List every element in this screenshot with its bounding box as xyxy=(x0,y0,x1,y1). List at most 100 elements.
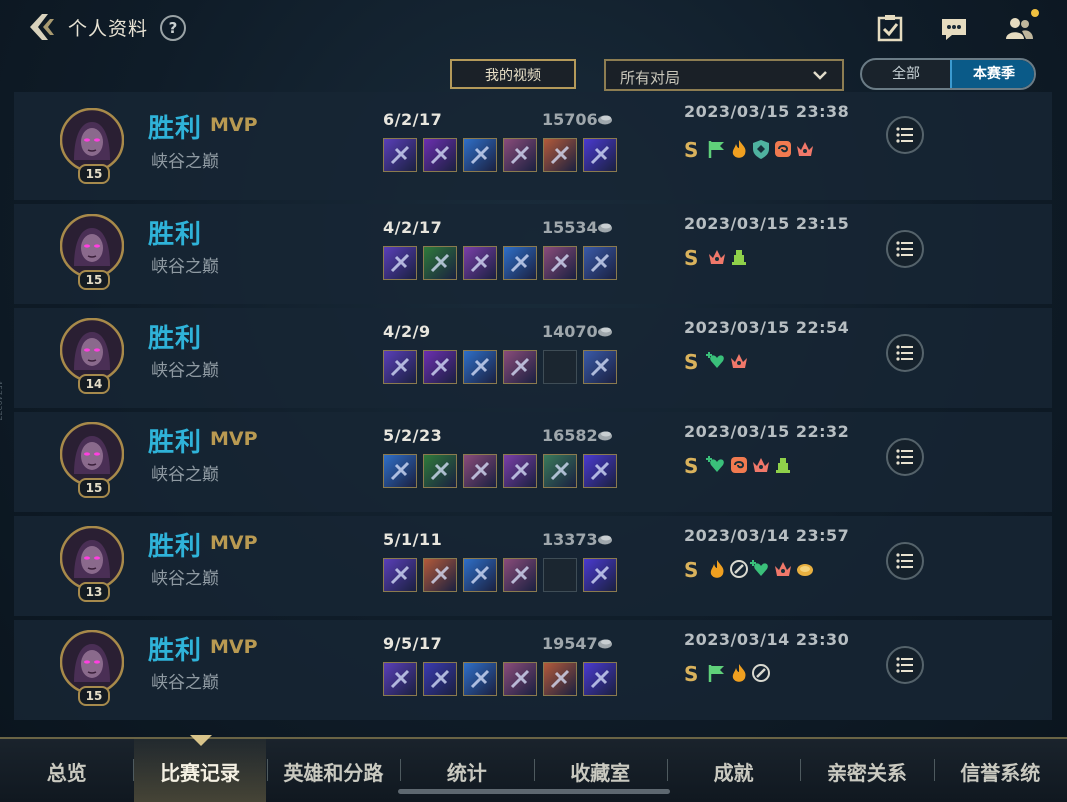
match-type-select[interactable]: 所有对局 xyxy=(604,59,844,91)
champion-level: 15 xyxy=(78,164,110,184)
match-result: 胜利 xyxy=(148,428,203,458)
match-row[interactable]: 15 胜利 MVP 峡谷之巅 5/2/23 16582 2023/03/15 2… xyxy=(14,412,1052,512)
tab-2[interactable]: 英雄和分路 xyxy=(267,757,400,786)
score-grade: S xyxy=(684,662,699,686)
item-icon[interactable] xyxy=(423,138,457,172)
details-button[interactable] xyxy=(886,542,924,580)
details-button[interactable] xyxy=(886,116,924,154)
item-icon[interactable] xyxy=(383,454,417,488)
crown-icon xyxy=(709,250,725,264)
match-row[interactable]: 15 胜利 MVP 峡谷之巅 6/2/17 15706 2023/03/15 2… xyxy=(14,92,1052,200)
item-icon[interactable] xyxy=(463,350,497,384)
item-icon[interactable] xyxy=(423,662,457,696)
item-icon[interactable] xyxy=(383,662,417,696)
gold-coin-icon xyxy=(598,535,612,545)
tab-6[interactable]: 亲密关系 xyxy=(800,757,933,786)
chat-icon[interactable] xyxy=(938,12,970,44)
match-row[interactable]: 13 胜利 MVP 峡谷之巅 5/1/11 13373 2023/03/14 2… xyxy=(14,516,1052,616)
item-icon[interactable] xyxy=(543,138,577,172)
header: 个人资料 ? xyxy=(0,0,1067,56)
match-row[interactable]: 15 胜利 峡谷之巅 4/2/17 15534 2023/03/15 23:15… xyxy=(14,204,1052,304)
item-icon[interactable] xyxy=(583,350,617,384)
list-icon xyxy=(896,241,913,257)
item-icon[interactable] xyxy=(543,454,577,488)
tab-separator xyxy=(800,759,802,781)
kda-text: 4/2/17 xyxy=(383,218,443,237)
chevron-down-icon xyxy=(813,71,827,80)
item-icon[interactable] xyxy=(503,558,537,592)
item-icon[interactable] xyxy=(583,662,617,696)
kda-text: 9/5/17 xyxy=(383,634,443,653)
gold-amount: 15706 xyxy=(542,110,598,129)
tab-4[interactable]: 收藏室 xyxy=(534,757,667,786)
sword-icon xyxy=(730,560,748,578)
item-icon[interactable] xyxy=(583,454,617,488)
item-icon[interactable] xyxy=(423,558,457,592)
item-icon[interactable] xyxy=(583,138,617,172)
item-icon[interactable] xyxy=(503,454,537,488)
item-icon[interactable] xyxy=(463,138,497,172)
list-icon xyxy=(896,345,913,361)
champion-level: 14 xyxy=(78,374,110,394)
match-row[interactable]: 15 胜利 MVP 峡谷之巅 9/5/17 19547 2023/03/14 2… xyxy=(14,620,1052,720)
champion-level: 15 xyxy=(78,478,110,498)
tab-1[interactable]: 比赛记录 xyxy=(133,757,266,786)
friends-icon[interactable] xyxy=(1003,12,1035,44)
match-result: 胜利 xyxy=(148,324,203,354)
item-icon[interactable] xyxy=(503,138,537,172)
item-icon[interactable] xyxy=(583,558,617,592)
item-icon[interactable] xyxy=(503,350,537,384)
tower-icon xyxy=(776,458,790,473)
tab-0[interactable]: 总览 xyxy=(0,757,133,786)
details-button[interactable] xyxy=(886,230,924,268)
item-icon[interactable] xyxy=(463,454,497,488)
tab-3[interactable]: 统计 xyxy=(400,757,533,786)
match-time: 2023/03/14 23:30 xyxy=(684,630,850,649)
match-result: 胜利 xyxy=(148,636,203,666)
item-icon[interactable] xyxy=(383,246,417,280)
details-button[interactable] xyxy=(886,334,924,372)
help-icon[interactable]: ? xyxy=(160,15,186,41)
back-arrow-icon[interactable] xyxy=(26,10,60,44)
item-icon[interactable] xyxy=(543,662,577,696)
item-icon[interactable] xyxy=(383,350,417,384)
gold-amount: 14070 xyxy=(542,322,598,341)
my-video-button[interactable]: 我的视频 xyxy=(450,59,576,89)
task-checklist-icon[interactable] xyxy=(874,12,906,44)
match-list: 15 胜利 MVP 峡谷之巅 6/2/17 15706 2023/03/15 2… xyxy=(14,92,1052,724)
item-icon[interactable] xyxy=(543,246,577,280)
item-icon[interactable] xyxy=(383,558,417,592)
champion-avatar xyxy=(60,108,124,172)
item-icon[interactable] xyxy=(503,662,537,696)
coin-icon xyxy=(797,564,813,576)
toggle-this-season[interactable]: 本赛季 xyxy=(950,60,1034,88)
details-button[interactable] xyxy=(886,438,924,476)
mvp-badge: MVP xyxy=(210,532,258,554)
item-icon[interactable] xyxy=(463,246,497,280)
item-icon[interactable] xyxy=(463,662,497,696)
item-icon[interactable] xyxy=(463,558,497,592)
item-icon[interactable] xyxy=(423,454,457,488)
gold-coin-icon xyxy=(598,223,612,233)
item-icon[interactable] xyxy=(423,350,457,384)
swirl-icon xyxy=(731,457,747,473)
item-icon[interactable] xyxy=(503,246,537,280)
score-grade: S xyxy=(684,246,699,270)
tab-separator xyxy=(266,759,268,781)
tab-7[interactable]: 信誉系统 xyxy=(934,757,1067,786)
details-button[interactable] xyxy=(886,646,924,684)
tab-5[interactable]: 成就 xyxy=(667,757,800,786)
flag-icon xyxy=(708,665,724,682)
crown-icon xyxy=(797,142,813,156)
item-icon[interactable] xyxy=(583,246,617,280)
item-icon[interactable] xyxy=(423,246,457,280)
season-toggle[interactable]: 全部 本赛季 xyxy=(860,58,1036,90)
kda-text: 4/2/9 xyxy=(383,322,431,341)
crown-icon xyxy=(775,562,791,576)
toggle-all[interactable]: 全部 xyxy=(862,60,950,88)
mvp-badge: MVP xyxy=(210,428,258,450)
match-row[interactable]: 14 胜利 峡谷之巅 4/2/9 14070 2023/03/15 22:54 … xyxy=(14,308,1052,408)
item-icon[interactable] xyxy=(383,138,417,172)
score-grade: S xyxy=(684,350,699,374)
match-time: 2023/03/15 23:15 xyxy=(684,214,850,233)
